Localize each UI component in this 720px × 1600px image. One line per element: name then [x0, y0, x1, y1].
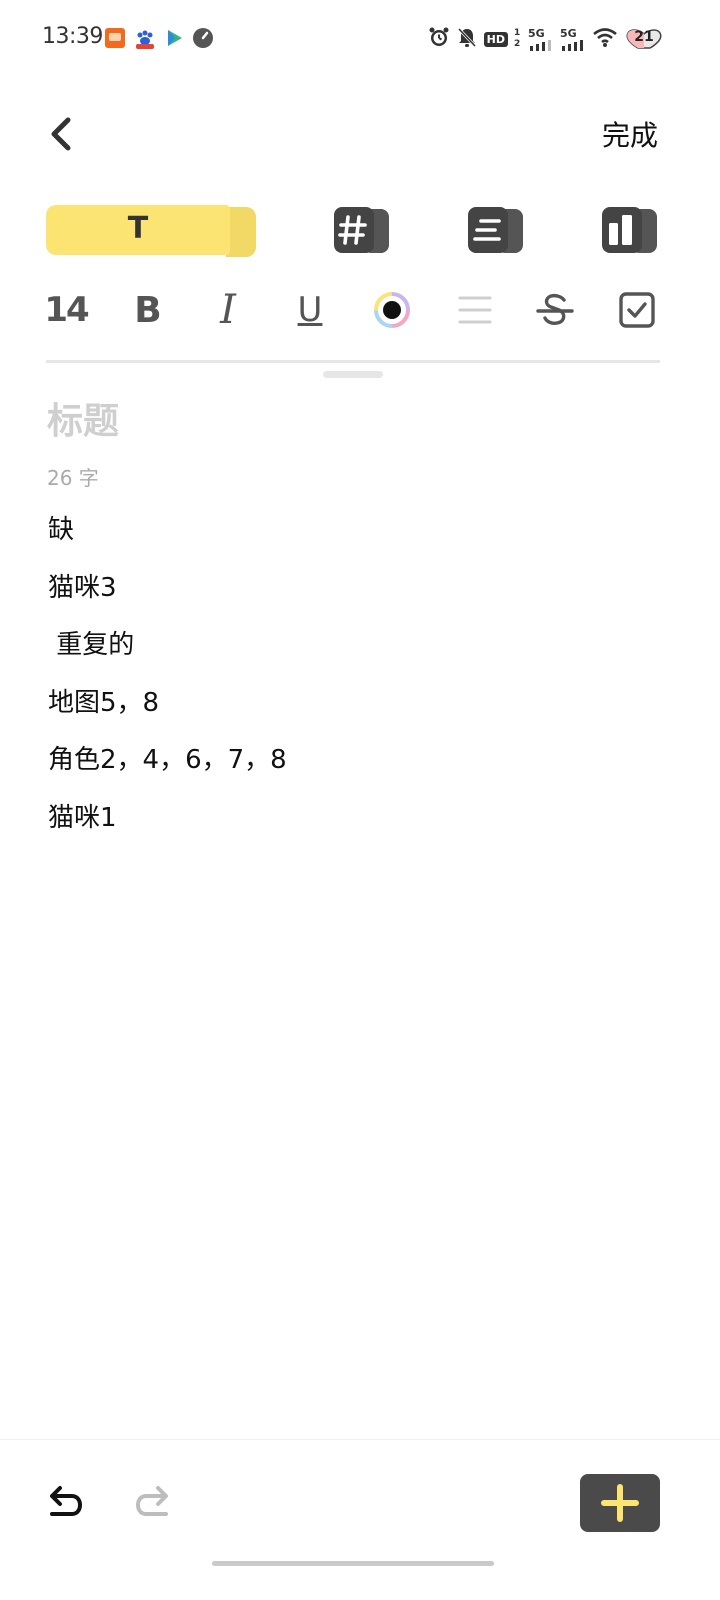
- underline-button[interactable]: U: [290, 284, 330, 336]
- redo-icon: [135, 1486, 168, 1516]
- strikethrough-icon: [536, 293, 574, 325]
- network-label-2: 5G: [560, 26, 577, 40]
- wifi-icon: [592, 26, 618, 52]
- checkbox-icon: [619, 292, 655, 328]
- note-line[interactable]: 缺: [48, 510, 668, 568]
- signal-bars-2-icon: [562, 39, 583, 51]
- tag-block-button[interactable]: [333, 205, 391, 255]
- signal-bars-1-icon: [530, 39, 551, 51]
- list-block-button[interactable]: [467, 205, 525, 255]
- bold-button[interactable]: B: [128, 284, 168, 336]
- signal-1: 5G: [528, 28, 554, 51]
- text-mode-tab[interactable]: T: [46, 205, 258, 259]
- note-line[interactable]: 角色2，4，6，7，8: [48, 740, 668, 798]
- title-input[interactable]: 标题: [47, 392, 119, 444]
- layout-block-icon: [602, 207, 657, 253]
- battery-indicator: 21: [624, 28, 664, 50]
- align-lines-icon: [458, 296, 492, 324]
- network-label-1: 5G: [528, 26, 545, 40]
- done-button[interactable]: 完成: [602, 114, 658, 154]
- toolbar-divider: [46, 360, 660, 363]
- bottom-divider: [0, 1439, 720, 1440]
- layout-block-button[interactable]: [601, 205, 659, 255]
- redo-button[interactable]: [134, 1484, 174, 1524]
- plus-icon: [601, 1484, 639, 1522]
- tag-block-icon: [334, 207, 389, 253]
- note-body[interactable]: 缺 猫咪3 重复的 地图5，8 角色2，4，6，7，8 猫咪1: [48, 510, 668, 855]
- note-line[interactable]: 猫咪3: [48, 568, 668, 626]
- italic-button[interactable]: I: [208, 284, 248, 336]
- status-time: 13:39: [42, 24, 103, 49]
- alarm-icon: [428, 26, 450, 52]
- text-mode-tab-side: [226, 207, 256, 257]
- status-bar: 13:39 HD 1 2 5G 5G 21: [0, 0, 720, 80]
- note-line[interactable]: 地图5，8: [48, 683, 668, 741]
- undo-button[interactable]: [44, 1484, 84, 1524]
- signal-2: 5G: [560, 28, 586, 51]
- word-count: 26 字: [47, 466, 99, 490]
- chevron-left-icon: [51, 117, 71, 151]
- home-indicator[interactable]: [212, 1561, 494, 1566]
- back-button[interactable]: [44, 112, 80, 156]
- undo-icon: [50, 1486, 83, 1516]
- baidu-paw-icon: [134, 28, 154, 49]
- note-line[interactable]: 重复的: [48, 625, 668, 683]
- app-orange-icon: [105, 28, 125, 48]
- drag-handle[interactable]: [323, 371, 383, 378]
- gauge-icon: [193, 28, 213, 48]
- checkbox-button[interactable]: [617, 284, 657, 336]
- play-icon: [164, 28, 184, 48]
- align-button[interactable]: [455, 284, 495, 336]
- text-mode-label: T: [127, 211, 149, 246]
- strikethrough-button[interactable]: [535, 284, 575, 336]
- color-wheel-icon: [374, 292, 410, 328]
- list-block-icon: [468, 207, 523, 253]
- font-size-button[interactable]: 14: [44, 284, 89, 336]
- add-button[interactable]: [580, 1474, 660, 1532]
- text-color-button[interactable]: [372, 284, 412, 336]
- battery-level: 21: [634, 29, 654, 45]
- status-right: HD 1 2 5G 5G 21: [428, 26, 664, 52]
- note-line[interactable]: 猫咪1: [48, 798, 668, 856]
- hd-badge: HD: [483, 31, 508, 47]
- mute-bell-icon: [456, 26, 478, 52]
- sim-label: 1 2: [514, 28, 521, 49]
